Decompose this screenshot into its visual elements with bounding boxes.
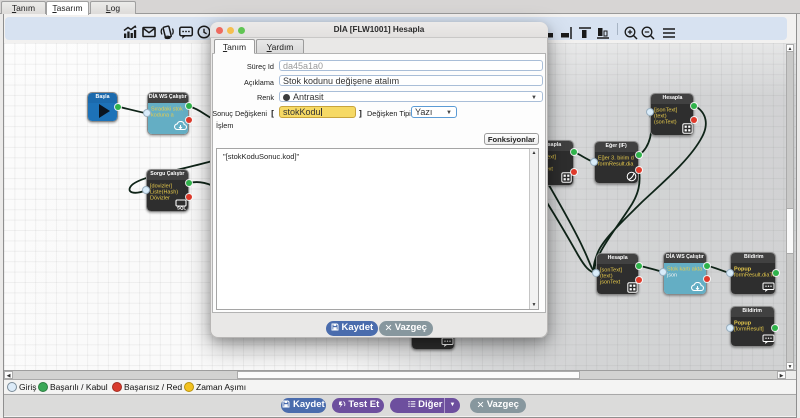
svg-text:SQL: SQL (177, 205, 187, 210)
